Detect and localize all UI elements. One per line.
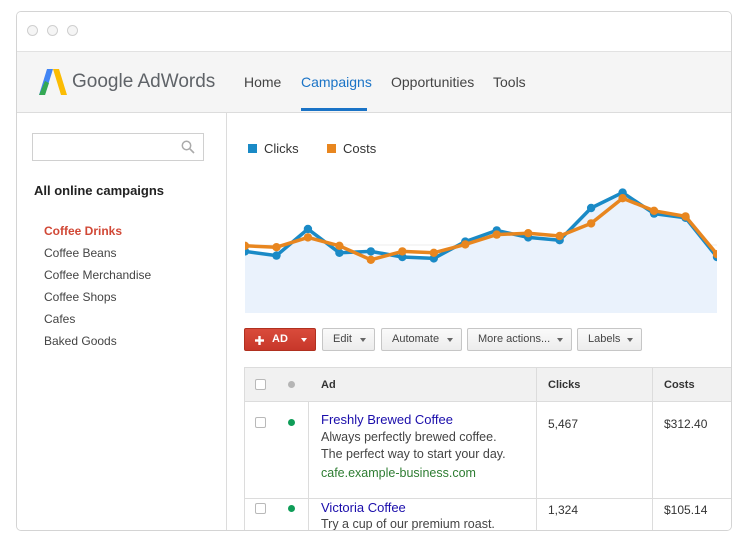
plus-icon: [255, 336, 264, 345]
costs-point[interactable]: [492, 230, 501, 239]
costs-point[interactable]: [245, 241, 250, 250]
campaign-search-input[interactable]: [32, 133, 204, 161]
sidebar-item-coffee-drinks[interactable]: Coffee Drinks: [44, 224, 122, 238]
ad-display-url: cafe.example-business.com: [321, 466, 476, 480]
costs-point[interactable]: [272, 243, 281, 252]
add-ad-button[interactable]: AD: [244, 328, 316, 351]
window-titlebar: [17, 12, 731, 52]
legend-costs[interactable]: Costs: [327, 141, 376, 156]
automate-button[interactable]: Automate: [381, 328, 462, 351]
sidebar-item-coffee-beans[interactable]: Coffee Beans: [44, 246, 117, 260]
sidebar-item-coffee-shops[interactable]: Coffee Shops: [44, 290, 117, 304]
ad-headline-link[interactable]: Freshly Brewed Coffee: [321, 412, 453, 427]
column-divider: [536, 367, 537, 530]
costs-swatch: [327, 144, 336, 153]
column-divider: [308, 402, 309, 530]
clicks-swatch: [248, 144, 257, 153]
status-header-icon: [288, 381, 295, 388]
chevron-down-icon: [447, 338, 453, 342]
campaigns-heading[interactable]: All online campaigns: [34, 183, 164, 198]
costs-point[interactable]: [524, 229, 533, 238]
performance-line-chart: [245, 188, 717, 313]
sidebar-item-baked-goods[interactable]: Baked Goods: [44, 334, 117, 348]
costs-point[interactable]: [586, 219, 596, 228]
clicks-point[interactable]: [303, 224, 313, 234]
more-actions-label: More actions...: [478, 333, 551, 345]
sidebar-item-coffee-merchandise[interactable]: Coffee Merchandise: [44, 268, 151, 282]
table-header: Ad Clicks Costs: [244, 367, 731, 402]
costs-value: $105.14: [664, 503, 708, 517]
active-tab-indicator: [301, 108, 367, 111]
status-enabled-icon: [288, 505, 295, 512]
costs-point[interactable]: [303, 233, 313, 242]
column-divider: [652, 367, 653, 530]
costs-point[interactable]: [429, 248, 438, 257]
automate-label: Automate: [392, 333, 440, 345]
add-ad-label: AD: [272, 333, 288, 345]
minimize-window-button[interactable]: [47, 25, 58, 36]
main-content: Clicks Costs AD Edit Automate More actio…: [227, 113, 731, 531]
costs-point[interactable]: [461, 240, 470, 249]
legend-clicks[interactable]: Clicks: [248, 141, 299, 156]
chevron-down-icon: [301, 338, 307, 342]
labels-button[interactable]: Labels: [577, 328, 642, 351]
maximize-window-button[interactable]: [67, 25, 78, 36]
labels-label: Labels: [588, 333, 621, 345]
ad-description-line-1: Try a cup of our premium roast.: [321, 517, 495, 531]
clicks-value: 1,324: [548, 503, 579, 517]
edit-label: Edit: [333, 333, 352, 345]
edit-button[interactable]: Edit: [322, 328, 375, 351]
chevron-down-icon: [360, 338, 366, 342]
clicks-area-fill: [245, 192, 717, 313]
column-header-ad[interactable]: Ad: [321, 379, 336, 391]
costs-point[interactable]: [398, 247, 407, 256]
ad-description-line-1: Always perfectly brewed coffee.: [321, 430, 497, 444]
clicks-point[interactable]: [272, 251, 281, 260]
select-all-checkbox[interactable]: [255, 379, 266, 390]
nav-home[interactable]: Home: [244, 74, 281, 90]
row-checkbox[interactable]: [255, 503, 266, 514]
search-icon[interactable]: [181, 140, 195, 154]
costs-point[interactable]: [618, 194, 627, 203]
nav-campaigns[interactable]: Campaigns: [301, 74, 372, 90]
costs-point[interactable]: [555, 231, 564, 241]
row-divider: [244, 498, 731, 499]
adwords-logo-icon: [39, 69, 67, 95]
sidebar-item-cafes[interactable]: Cafes: [44, 312, 75, 326]
legend-costs-label: Costs: [343, 141, 377, 156]
column-header-clicks[interactable]: Clicks: [548, 379, 580, 391]
more-actions-button[interactable]: More actions...: [467, 328, 572, 351]
nav-opportunities[interactable]: Opportunities: [391, 74, 474, 90]
costs-point[interactable]: [366, 255, 376, 264]
costs-point[interactable]: [681, 212, 690, 221]
close-window-button[interactable]: [27, 25, 38, 36]
costs-point[interactable]: [649, 206, 659, 215]
ad-headline-link[interactable]: Victoria Coffee: [321, 500, 406, 515]
costs-point[interactable]: [335, 241, 344, 250]
clicks-point[interactable]: [366, 247, 376, 256]
column-header-costs[interactable]: Costs: [664, 379, 695, 391]
costs-value: $312.40: [664, 417, 708, 431]
legend-clicks-label: Clicks: [264, 141, 299, 156]
clicks-value: 5,467: [548, 417, 579, 431]
chevron-down-icon: [627, 338, 633, 342]
sidebar: All online campaigns Coffee Drinks Coffe…: [17, 113, 227, 530]
browser-window: Google AdWords Home Campaigns Opportunit…: [16, 11, 732, 531]
app-header: Google AdWords Home Campaigns Opportunit…: [17, 52, 731, 113]
nav-tools[interactable]: Tools: [493, 74, 526, 90]
row-checkbox[interactable]: [255, 417, 266, 428]
table-border-left: [244, 367, 245, 530]
status-enabled-icon: [288, 419, 295, 426]
clicks-point[interactable]: [586, 203, 596, 213]
chevron-down-icon: [557, 338, 563, 342]
ad-description-line-2: The perfect way to start your day.: [321, 447, 506, 461]
brand-name: Google AdWords: [72, 71, 216, 92]
